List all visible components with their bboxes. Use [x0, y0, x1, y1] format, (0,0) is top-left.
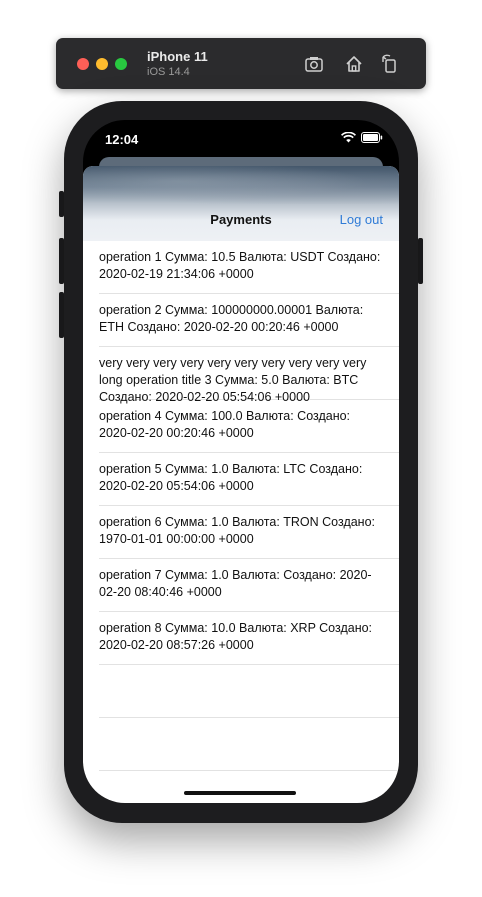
list-item[interactable]: operation 7 Сумма: 1.0 Валюта: Создано: … [99, 559, 399, 612]
list-item[interactable]: operation 5 Сумма: 1.0 Валюта: LTC Созда… [99, 453, 399, 506]
minimize-window-button[interactable] [96, 58, 108, 70]
list-item[interactable]: operation 8 Сумма: 10.0 Валюта: XRP Созд… [99, 612, 399, 665]
simulator-title-bar: iPhone 11 iOS 14.4 [56, 38, 426, 89]
phone-screen: 12:04 Payments Log out operation 1 Сумма… [83, 120, 399, 803]
wifi-icon [341, 130, 356, 148]
side-power-button [418, 238, 423, 284]
home-icon[interactable] [344, 54, 364, 74]
payment-text: very very very very very very very very … [99, 356, 367, 404]
list-item[interactable] [99, 718, 399, 771]
list-item[interactable] [99, 665, 399, 718]
sky-image [83, 166, 399, 204]
nav-bar-background [83, 166, 399, 241]
device-os-version: iOS 14.4 [147, 66, 190, 78]
notch [161, 120, 321, 147]
list-item[interactable]: operation 4 Сумма: 100.0 Валюта: Создано… [99, 400, 399, 453]
payments-modal: Payments Log out operation 1 Сумма: 10.5… [83, 166, 399, 803]
status-icons [341, 130, 383, 148]
rotate-icon[interactable] [380, 54, 400, 74]
list-item[interactable]: operation 2 Сумма: 100000000.00001 Валют… [99, 294, 399, 347]
payments-list[interactable]: operation 1 Сумма: 10.5 Валюта: USDT Соз… [83, 241, 399, 771]
close-window-button[interactable] [77, 58, 89, 70]
status-time: 12:04 [105, 132, 139, 147]
payment-text: operation 8 Сумма: 10.0 Валюта: XRP Созд… [99, 621, 373, 652]
payment-text: operation 1 Сумма: 10.5 Валюта: USDT Соз… [99, 250, 381, 281]
payment-text: operation 6 Сумма: 1.0 Валюта: TRON Созд… [99, 515, 376, 546]
payment-text: operation 5 Сумма: 1.0 Валюта: LTC Созда… [99, 462, 363, 493]
payment-text: operation 2 Сумма: 100000000.00001 Валют… [99, 303, 364, 334]
home-indicator[interactable] [184, 791, 296, 795]
log-out-button[interactable]: Log out [340, 212, 383, 227]
screenshot-icon[interactable] [304, 54, 324, 74]
battery-icon [361, 130, 383, 148]
list-item[interactable]: operation 6 Сумма: 1.0 Валюта: TRON Созд… [99, 506, 399, 559]
list-item[interactable]: very very very very very very very very … [99, 347, 399, 404]
payment-text: operation 7 Сумма: 1.0 Валюта: Создано: … [99, 568, 372, 599]
list-item[interactable]: operation 1 Сумма: 10.5 Валюта: USDT Соз… [99, 241, 399, 294]
device-name: iPhone 11 [147, 49, 208, 64]
zoom-window-button[interactable] [115, 58, 127, 70]
payment-text: operation 4 Сумма: 100.0 Валюта: Создано… [99, 409, 351, 440]
